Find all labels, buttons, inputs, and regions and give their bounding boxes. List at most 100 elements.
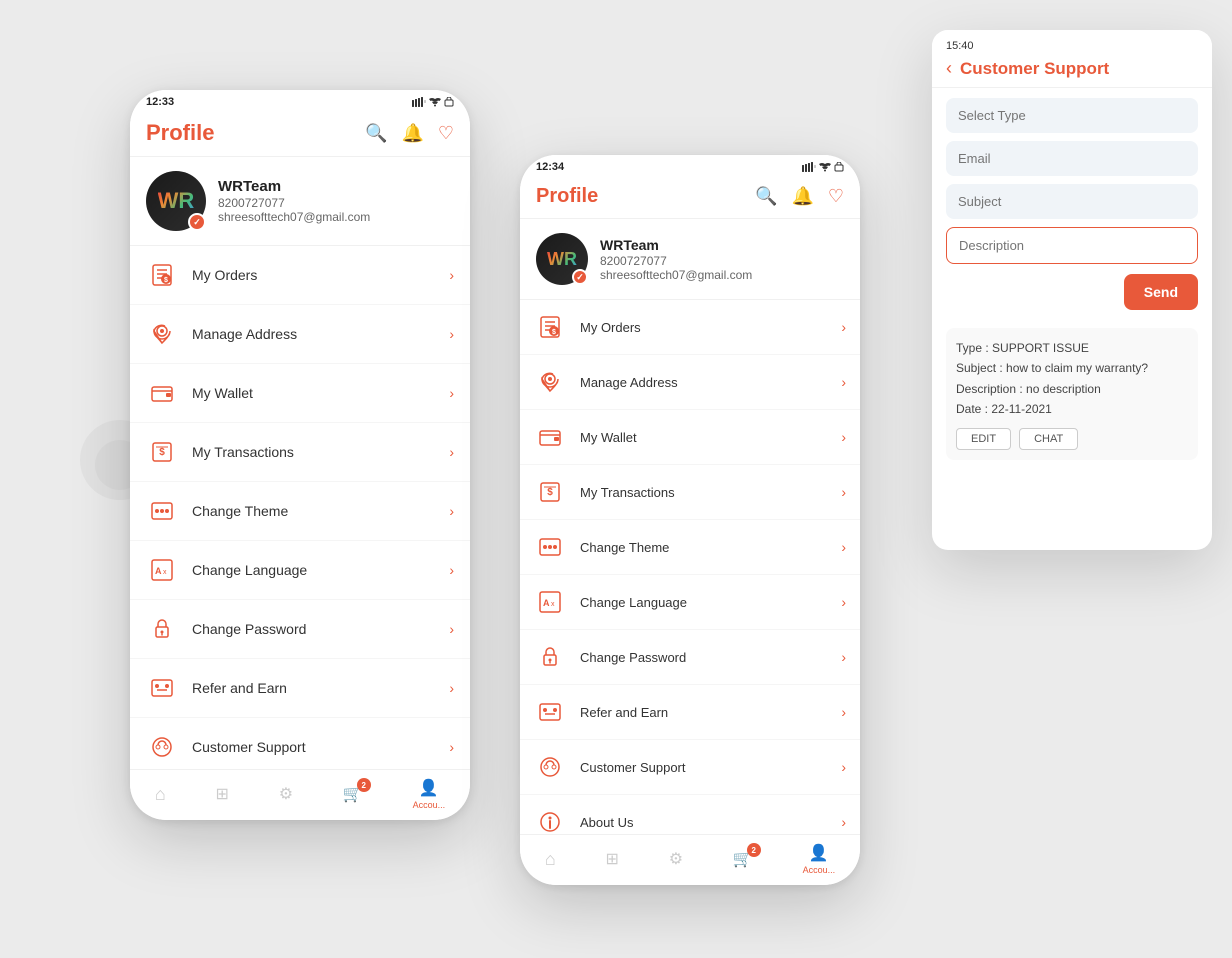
phone1-support-icon bbox=[146, 731, 178, 763]
phone2-user-name: WRTeam bbox=[600, 237, 752, 253]
phone1-mockup: 12:33 Profile 🔍 🔔 ♡ WR bbox=[130, 90, 470, 820]
phone1-language-label: Change Language bbox=[192, 562, 435, 578]
phone2-nav-settings[interactable]: ⚙ bbox=[669, 849, 683, 869]
phone2-profile-info: WRTeam 8200727077 shreesofttech07@gmail.… bbox=[600, 237, 752, 282]
support-ticket: Type : SUPPORT ISSUE Subject : how to cl… bbox=[946, 328, 1198, 460]
phone1-search-icon[interactable]: 🔍 bbox=[365, 123, 387, 144]
phone2-menu-about-us[interactable]: About Us › bbox=[520, 795, 860, 834]
phone1-wallet-label: My Wallet bbox=[192, 385, 435, 401]
phone1-menu-transactions[interactable]: $ My Transactions › bbox=[130, 423, 470, 482]
phone1-status-bar: 12:33 bbox=[130, 90, 470, 112]
phone2-nav-home[interactable]: ⌂ bbox=[545, 849, 556, 870]
phone1-password-icon bbox=[146, 613, 178, 645]
phone1-transactions-arrow: › bbox=[449, 444, 454, 460]
support-email-field[interactable] bbox=[946, 141, 1198, 176]
phone2-cart-count: 2 bbox=[747, 843, 761, 857]
phone2-transactions-arrow: › bbox=[841, 484, 846, 500]
phone2-bell-icon[interactable]: 🔔 bbox=[791, 186, 813, 207]
phone1-menu-change-language[interactable]: Ax Change Language › bbox=[130, 541, 470, 600]
ticket-chat-button[interactable]: CHAT bbox=[1019, 428, 1078, 450]
phone2-nav-cart[interactable]: 🛒 2 bbox=[733, 849, 753, 869]
phone1-menu-change-password[interactable]: Change Password › bbox=[130, 600, 470, 659]
phone2-about-label: About Us bbox=[580, 815, 827, 830]
phone2-mockup: 12:34 Profile 🔍 🔔 ♡ WR bbox=[520, 155, 860, 885]
phone2-wallet-arrow: › bbox=[841, 429, 846, 445]
ticket-edit-button[interactable]: EDIT bbox=[956, 428, 1011, 450]
svg-text:x: x bbox=[551, 601, 555, 608]
phone2-theme-label: Change Theme bbox=[580, 540, 827, 555]
phone2-status-bar: 12:34 bbox=[520, 155, 860, 177]
phone1-nav-cart[interactable]: 🛒 2 bbox=[343, 784, 363, 804]
svg-text:A: A bbox=[543, 598, 550, 608]
phone1-theme-arrow: › bbox=[449, 503, 454, 519]
phone2-theme-icon bbox=[534, 531, 566, 563]
phone2-menu-manage-address[interactable]: Manage Address › bbox=[520, 355, 860, 410]
phone1-orders-icon: $ bbox=[146, 259, 178, 291]
svg-text:$: $ bbox=[164, 277, 168, 284]
phone1-menu-manage-address[interactable]: Manage Address › bbox=[130, 305, 470, 364]
phone2-menu-transactions[interactable]: $ My Transactions › bbox=[520, 465, 860, 520]
phone2-refer-icon bbox=[534, 696, 566, 728]
phone2-nav-account[interactable]: 👤 Accou... bbox=[803, 843, 836, 875]
phone1-password-label: Change Password bbox=[192, 621, 435, 637]
phone1-nav-account[interactable]: 👤 Accou... bbox=[413, 778, 446, 810]
ticket-date: Date : 22-11-2021 bbox=[956, 399, 1188, 419]
phone1-menu-change-theme[interactable]: Change Theme › bbox=[130, 482, 470, 541]
phone1-heart-icon[interactable]: ♡ bbox=[438, 123, 454, 144]
phone1-menu-my-wallet[interactable]: My Wallet › bbox=[130, 364, 470, 423]
phone2-orders-icon: $ bbox=[534, 311, 566, 343]
phone1-menu-customer-support[interactable]: Customer Support › bbox=[130, 718, 470, 769]
phone2-menu-my-wallet[interactable]: My Wallet › bbox=[520, 410, 860, 465]
phone2-address-arrow: › bbox=[841, 374, 846, 390]
phone2-account-label: Accou... bbox=[803, 865, 836, 875]
phone1-theme-icon bbox=[146, 495, 178, 527]
phone2-heart-icon[interactable]: ♡ bbox=[828, 186, 844, 207]
support-description-field[interactable] bbox=[946, 227, 1198, 264]
support-time: 15:40 bbox=[946, 40, 1198, 52]
phone2-account-icon: 👤 bbox=[809, 843, 829, 863]
phone1-avatar-badge bbox=[188, 213, 206, 231]
phone2-menu-change-theme[interactable]: Change Theme › bbox=[520, 520, 860, 575]
phone1-menu-refer-earn[interactable]: Refer and Earn › bbox=[130, 659, 470, 718]
phone1-wallet-arrow: › bbox=[449, 385, 454, 401]
support-title: Customer Support bbox=[960, 59, 1109, 79]
phone2-menu-change-password[interactable]: Change Password › bbox=[520, 630, 860, 685]
phone1-user-email: shreesofttech07@gmail.com bbox=[218, 210, 370, 224]
support-select-type[interactable] bbox=[946, 98, 1198, 133]
support-subject-field[interactable] bbox=[946, 184, 1198, 219]
phone1-profile-section: WR WRTeam 8200727077 shreesofttech07@gma… bbox=[130, 157, 470, 246]
phone2-user-phone: 8200727077 bbox=[600, 254, 752, 268]
scene: 12:33 Profile 🔍 🔔 ♡ WR bbox=[0, 0, 1232, 958]
phone1-settings-icon: ⚙ bbox=[279, 784, 293, 804]
phone1-bell-icon[interactable]: 🔔 bbox=[401, 123, 423, 144]
phone1-address-arrow: › bbox=[449, 326, 454, 342]
support-send-button[interactable]: Send bbox=[1124, 274, 1198, 310]
phone2-search-icon[interactable]: 🔍 bbox=[755, 186, 777, 207]
phone1-home-icon: ⌂ bbox=[155, 784, 166, 805]
phone2-grid-icon: ⊞ bbox=[606, 849, 619, 869]
phone1-nav-home[interactable]: ⌂ bbox=[155, 784, 166, 805]
phone2-menu-refer-earn[interactable]: Refer and Earn › bbox=[520, 685, 860, 740]
svg-text:A: A bbox=[155, 566, 162, 576]
support-back-button[interactable]: ‹ bbox=[946, 58, 952, 79]
phone2-menu-change-language[interactable]: Ax Change Language › bbox=[520, 575, 860, 630]
phone1-address-icon bbox=[146, 318, 178, 350]
phone2-orders-label: My Orders bbox=[580, 320, 827, 335]
phone2-orders-arrow: › bbox=[841, 319, 846, 335]
phone2-nav-grid[interactable]: ⊞ bbox=[606, 849, 619, 869]
phone1-nav-grid[interactable]: ⊞ bbox=[216, 784, 229, 804]
phone2-refer-arrow: › bbox=[841, 704, 846, 720]
phone1-nav-settings[interactable]: ⚙ bbox=[279, 784, 293, 804]
phone1-account-label: Accou... bbox=[413, 800, 446, 810]
phone1-menu-my-orders[interactable]: $ My Orders › bbox=[130, 246, 470, 305]
phone2-password-icon bbox=[534, 641, 566, 673]
phone2-menu-my-orders[interactable]: $ My Orders › bbox=[520, 300, 860, 355]
phone1-refer-arrow: › bbox=[449, 680, 454, 696]
phone2-app-header: Profile 🔍 🔔 ♡ bbox=[520, 177, 860, 219]
phone2-menu-customer-support[interactable]: Customer Support › bbox=[520, 740, 860, 795]
phone2-cart-badge: 🛒 2 bbox=[733, 849, 753, 869]
phone2-address-icon bbox=[534, 366, 566, 398]
phone1-support-arrow: › bbox=[449, 739, 454, 755]
phone2-address-label: Manage Address bbox=[580, 375, 827, 390]
phone2-about-icon bbox=[534, 806, 566, 834]
